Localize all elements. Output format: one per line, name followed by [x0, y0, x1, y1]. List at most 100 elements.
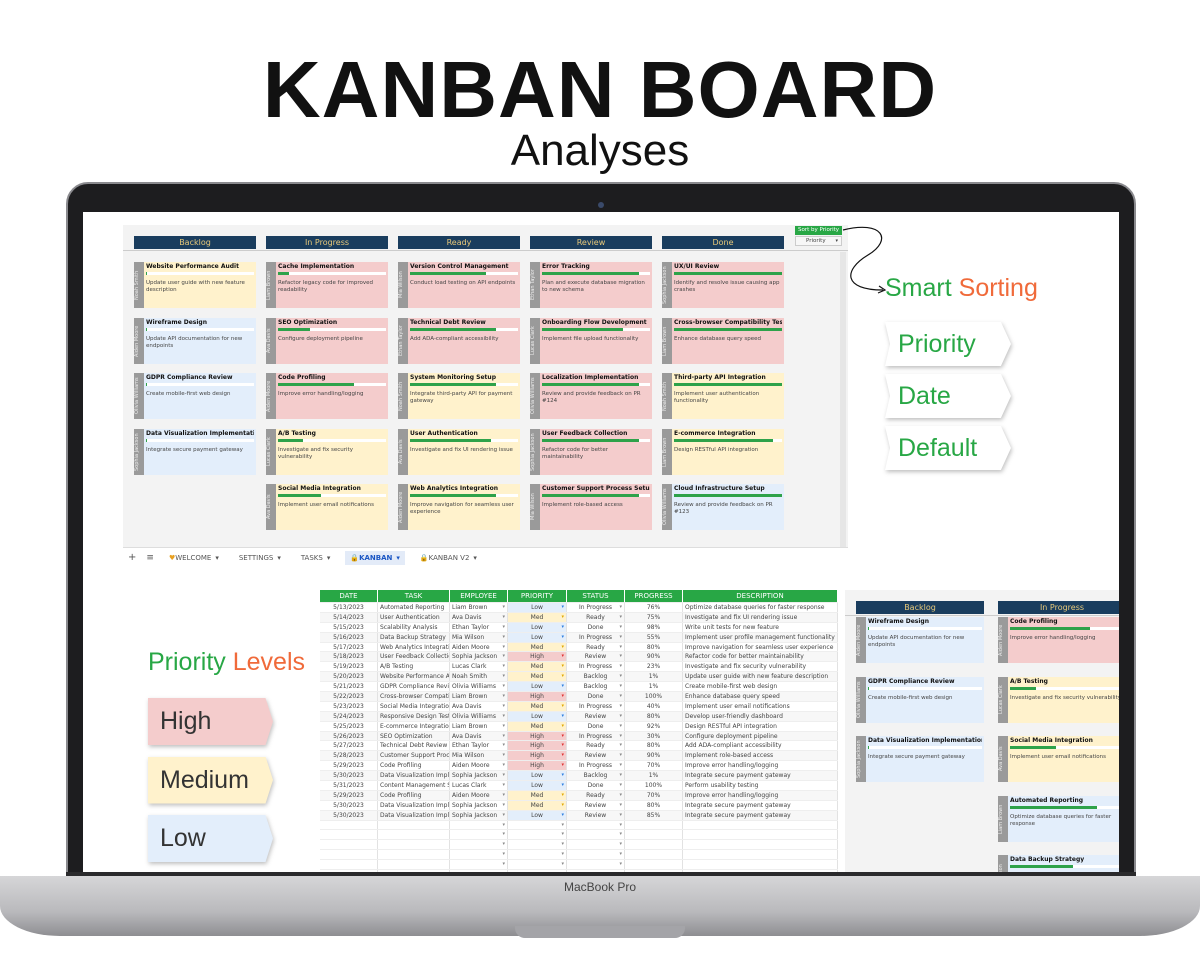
status-select[interactable]: In Progress: [567, 701, 625, 711]
status-select[interactable]: Review: [567, 751, 625, 761]
task-card[interactable]: Lucas Clark A/B Testing Investigate and fi…: [266, 428, 388, 475]
status-select[interactable]: Done: [567, 721, 625, 731]
priority-select[interactable]: High: [508, 761, 567, 771]
status-select[interactable]: In Progress: [567, 603, 625, 612]
priority-select[interactable]: High: [508, 751, 567, 761]
empty-cell[interactable]: [508, 820, 567, 830]
employee-select[interactable]: Ethan Taylor: [450, 622, 508, 632]
employee-select[interactable]: Ava Davis: [450, 612, 508, 622]
priority-select[interactable]: High: [508, 731, 567, 741]
priority-select[interactable]: Low: [508, 632, 567, 642]
task-card[interactable]: Olivia Williams GDPR Compliance Review Cre…: [134, 373, 256, 419]
employee-select[interactable]: Olivia Williams: [450, 682, 508, 692]
empty-cell[interactable]: [567, 850, 625, 860]
employee-select[interactable]: Sophia Jackson: [450, 800, 508, 810]
employee-select[interactable]: Liam Brown: [450, 692, 508, 701]
empty-cell[interactable]: [508, 850, 567, 860]
employee-select[interactable]: Mia Wilson: [450, 751, 508, 761]
empty-cell[interactable]: [567, 820, 625, 830]
empty-cell[interactable]: [567, 840, 625, 850]
task-card[interactable]: Ava Davis Social Media Integration Impleme…: [998, 736, 1119, 782]
status-select[interactable]: Ready: [567, 642, 625, 652]
column-header-employee[interactable]: EMPLOYEE: [450, 590, 508, 602]
employee-select[interactable]: Olivia Williams: [450, 711, 508, 721]
task-card[interactable]: Ethan Taylor Technical Debt Review Add ADA…: [398, 317, 520, 364]
status-select[interactable]: Review: [567, 711, 625, 721]
task-card[interactable]: Lucas Clark A/B Testing Investigate and fi…: [998, 676, 1119, 723]
employee-select[interactable]: Lucas Clark: [450, 662, 508, 672]
status-select[interactable]: Review: [567, 810, 625, 820]
empty-cell[interactable]: [450, 820, 508, 830]
task-card[interactable]: Mia Wilson Version Control Management Cond…: [398, 262, 520, 308]
status-select[interactable]: Done: [567, 622, 625, 632]
column-header-task[interactable]: TASK: [378, 590, 450, 602]
task-card[interactable]: Liam Brown E-commerce Integration Design R…: [662, 428, 784, 475]
empty-cell[interactable]: [450, 840, 508, 850]
empty-cell[interactable]: [450, 860, 508, 870]
status-select[interactable]: Backlog: [567, 672, 625, 682]
status-select[interactable]: In Progress: [567, 662, 625, 672]
empty-cell[interactable]: [450, 870, 508, 872]
status-select[interactable]: Review: [567, 652, 625, 662]
employee-select[interactable]: Aiden Moore: [450, 761, 508, 771]
employee-select[interactable]: Lucas Clark: [450, 781, 508, 790]
employee-select[interactable]: Aiden Moore: [450, 642, 508, 652]
employee-select[interactable]: Liam Brown: [450, 603, 508, 612]
task-card[interactable]: Olivia Williams GDPR Compliance Review Cre…: [856, 676, 984, 723]
status-select[interactable]: Ready: [567, 612, 625, 622]
task-card[interactable]: Mia Wilson Customer Support Process Setup…: [530, 484, 652, 530]
empty-cell[interactable]: [567, 860, 625, 870]
column-header-progress[interactable]: PROGRESS: [625, 590, 683, 602]
employee-select[interactable]: Noah Smith: [450, 672, 508, 682]
sheet-tab-kanban-v2[interactable]: 🔒KANBAN V2 ▾: [415, 551, 482, 565]
task-card[interactable]: Ava Davis Social Media Integration Impleme…: [266, 484, 388, 530]
task-card[interactable]: Mia WilsonData Backup Strategy: [998, 855, 1119, 872]
task-card[interactable]: Aiden Moore Wireframe Design Update API do…: [134, 317, 256, 364]
task-card[interactable]: Olivia Williams Localization Implementati…: [530, 373, 652, 419]
employee-select[interactable]: Sophia Jackson: [450, 810, 508, 820]
column-header-status[interactable]: STATUS: [567, 590, 625, 602]
empty-cell[interactable]: [567, 870, 625, 872]
task-card[interactable]: Aiden Moore Code Profiling Improve error h…: [998, 617, 1119, 663]
priority-select[interactable]: Med: [508, 800, 567, 810]
empty-cell[interactable]: [508, 830, 567, 840]
empty-cell[interactable]: [508, 860, 567, 870]
status-select[interactable]: Review: [567, 800, 625, 810]
all-sheets-icon[interactable]: ≡: [146, 553, 154, 563]
employee-select[interactable]: Mia Wilson: [450, 632, 508, 642]
empty-cell[interactable]: [450, 830, 508, 840]
priority-select[interactable]: Med: [508, 721, 567, 731]
column-header-priority[interactable]: PRIORITY: [508, 590, 567, 602]
sheet-tab-welcome[interactable]: ♥WELCOME ▾: [164, 551, 224, 565]
task-card[interactable]: Ethan Taylor Error Tracking Plan and execu…: [530, 262, 652, 308]
status-select[interactable]: Ready: [567, 741, 625, 751]
employee-select[interactable]: Aiden Moore: [450, 790, 508, 800]
status-select[interactable]: In Progress: [567, 761, 625, 771]
task-card[interactable]: Noah Smith Third-party API Integration Imp…: [662, 373, 784, 419]
priority-select[interactable]: Low: [508, 622, 567, 632]
task-card[interactable]: Ava Davis User Authentication Investigate …: [398, 428, 520, 475]
priority-select[interactable]: Low: [508, 781, 567, 790]
employee-select[interactable]: Ethan Taylor: [450, 741, 508, 751]
status-select[interactable]: Done: [567, 692, 625, 701]
priority-select[interactable]: Low: [508, 603, 567, 612]
empty-cell[interactable]: [508, 840, 567, 850]
employee-select[interactable]: Sophia Jackson: [450, 652, 508, 662]
task-card[interactable]: Noah Smith Website Performance Audit Updat…: [134, 262, 256, 308]
status-select[interactable]: Backlog: [567, 771, 625, 781]
priority-select[interactable]: Low: [508, 682, 567, 692]
priority-select[interactable]: Med: [508, 790, 567, 800]
priority-select[interactable]: High: [508, 692, 567, 701]
status-select[interactable]: In Progress: [567, 632, 625, 642]
employee-select[interactable]: Liam Brown: [450, 721, 508, 731]
priority-select[interactable]: High: [508, 741, 567, 751]
status-select[interactable]: Done: [567, 781, 625, 790]
task-card[interactable]: Liam Brown Cross-browser Compatibility Te…: [662, 317, 784, 364]
priority-select[interactable]: Low: [508, 771, 567, 781]
employee-select[interactable]: Ava Davis: [450, 731, 508, 741]
empty-cell[interactable]: [508, 870, 567, 872]
add-sheet-icon[interactable]: +: [128, 552, 136, 563]
priority-select[interactable]: Med: [508, 701, 567, 711]
task-card[interactable]: Aiden Moore Web Analytics Integration Impr…: [398, 484, 520, 530]
priority-select[interactable]: Med: [508, 662, 567, 672]
